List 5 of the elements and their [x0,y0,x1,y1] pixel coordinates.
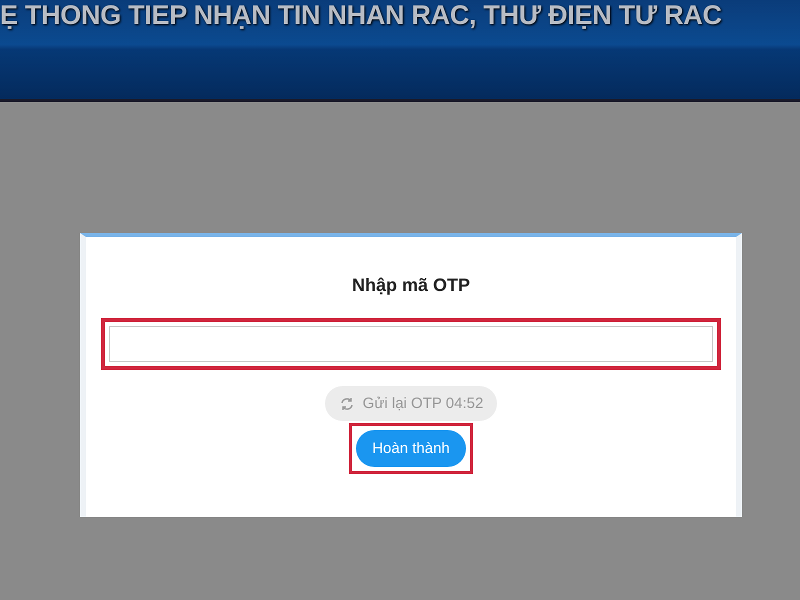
refresh-icon [338,396,355,412]
dialog-title: Nhập mã OTP [352,275,470,296]
otp-input-field[interactable] [109,326,713,362]
site-title: Ẹ THONG TIEP NHẠN TIN NHAN RAC, THƯ ĐIẸN TƯ RAC [0,0,722,30]
complete-button[interactable]: Hoàn thành [356,430,466,467]
